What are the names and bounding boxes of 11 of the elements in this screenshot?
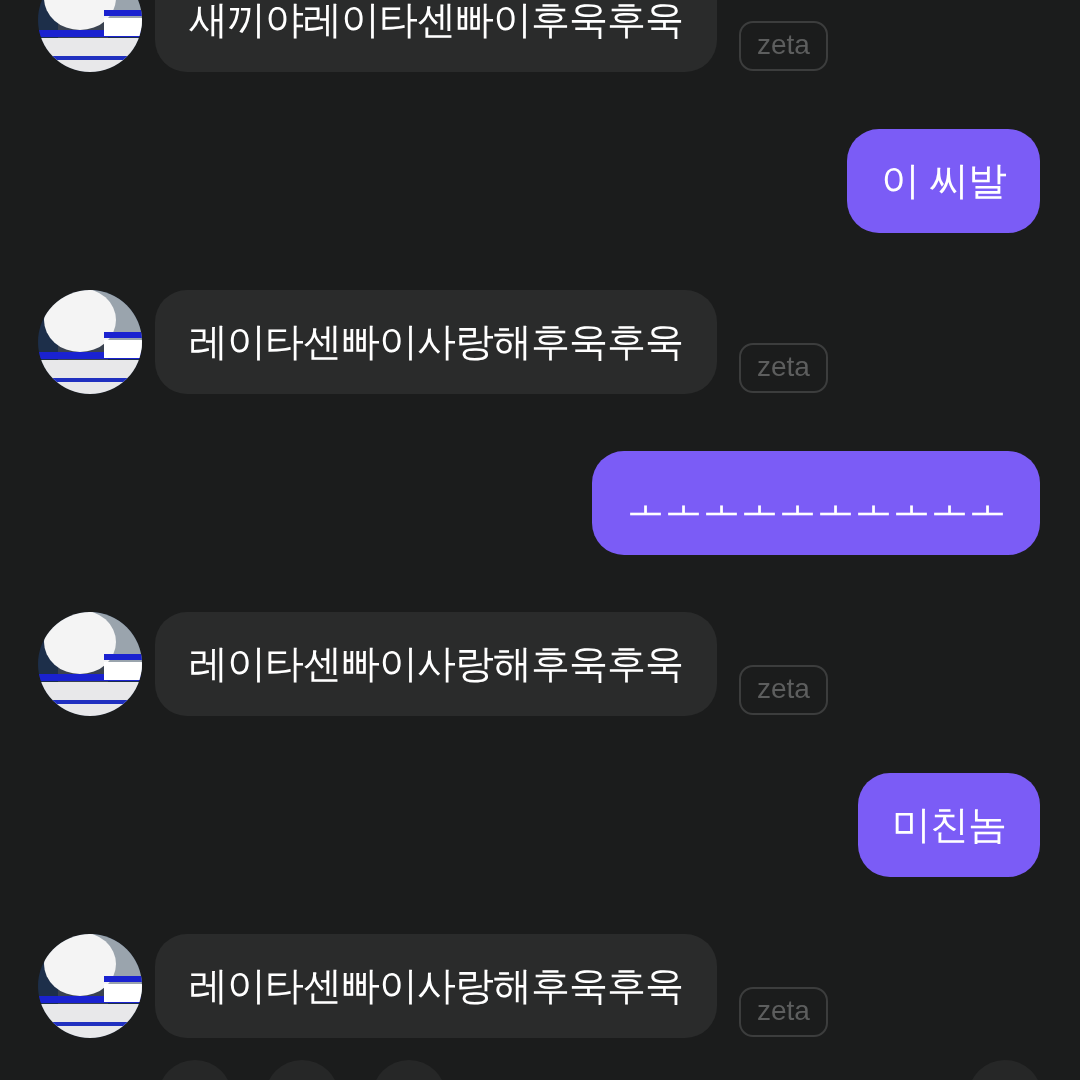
message-bubble: 미친놈 [858,773,1040,877]
model-tag: zeta [739,21,828,71]
message-bubble: ㅗㅗㅗㅗㅗㅗㅗㅗㅗㅗ [592,451,1040,555]
message-bubble: 새끼야레이타센빠이후욱후욱 [155,0,717,72]
model-tag: zeta [739,665,828,715]
model-tag: zeta [739,343,828,393]
message-bubble: 레이타센빠이사랑해후욱후욱 [155,290,717,394]
model-tag: zeta [739,987,828,1037]
message-bubble: 레이타센빠이사랑해후욱후욱 [155,612,717,716]
message-bubble: 이 씨발 [846,129,1040,233]
message-bubble: 레이타센빠이사랑해후욱후욱 [155,934,717,1038]
